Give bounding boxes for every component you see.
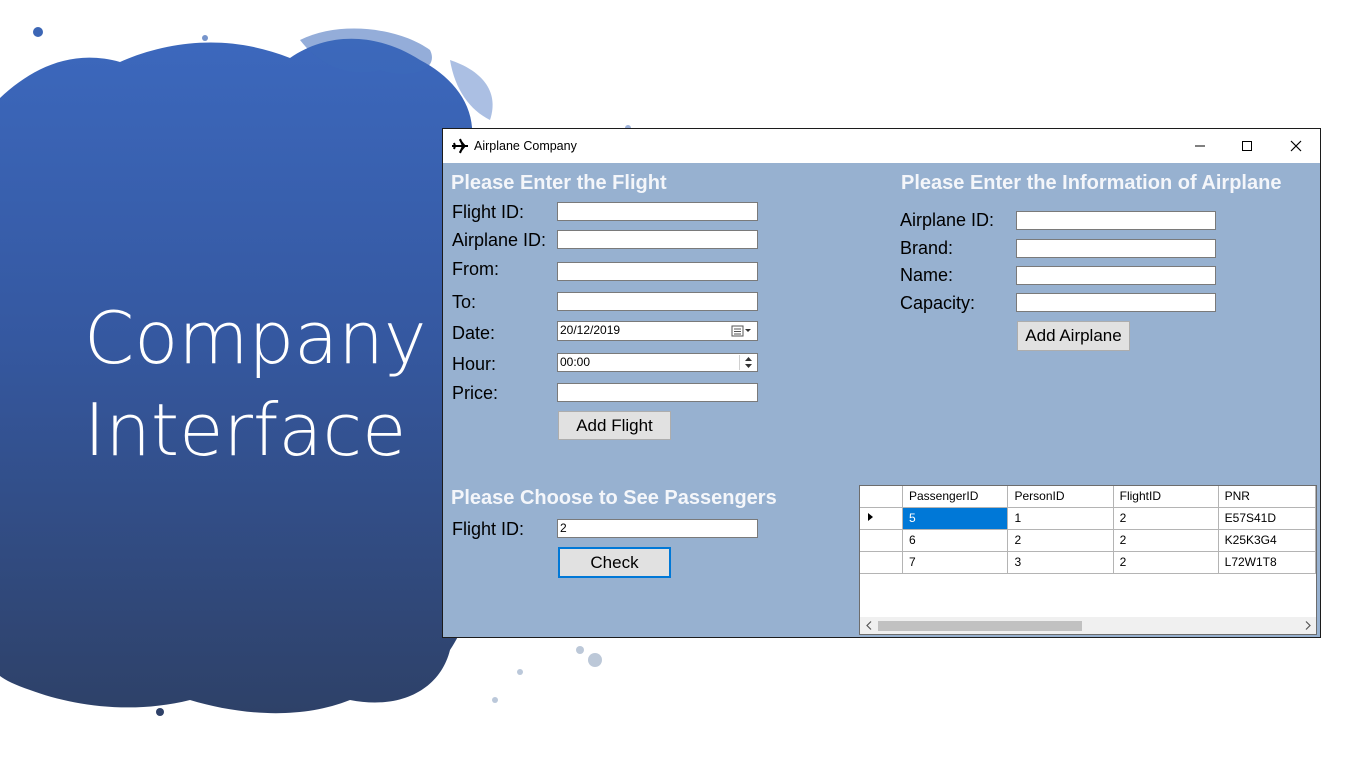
brand-input[interactable] bbox=[1016, 239, 1216, 258]
grid-header-row: PassengerID PersonID FlightID PNR bbox=[860, 486, 1316, 508]
slide-title: Company Interface bbox=[84, 292, 427, 476]
maximize-button[interactable] bbox=[1224, 129, 1270, 163]
from-label: From: bbox=[452, 259, 499, 279]
table-cell[interactable]: 2 bbox=[1113, 529, 1219, 552]
table-cell[interactable]: E57S41D bbox=[1218, 507, 1316, 530]
date-label: Date: bbox=[452, 323, 496, 343]
minimize-button[interactable] bbox=[1177, 129, 1223, 163]
hour-spinner[interactable]: 00:00 bbox=[557, 353, 758, 372]
spin-down-icon[interactable] bbox=[740, 362, 756, 369]
airplane-id-input[interactable] bbox=[1016, 211, 1216, 230]
to-input[interactable] bbox=[557, 292, 758, 311]
table-row[interactable]: 7 3 2 L72W1T8 bbox=[860, 551, 1316, 574]
table-row[interactable]: 5 1 2 E57S41D bbox=[860, 507, 1316, 530]
passengers-table: PassengerID PersonID FlightID PNR 5 1 2 … bbox=[860, 486, 1316, 574]
price-input[interactable] bbox=[557, 383, 758, 402]
row-header[interactable] bbox=[860, 507, 903, 530]
close-button[interactable] bbox=[1273, 129, 1319, 163]
passenger-flight-id-input[interactable]: 2 bbox=[557, 519, 758, 538]
grid-corner-header bbox=[860, 486, 903, 508]
add-flight-button[interactable]: Add Flight bbox=[558, 411, 671, 440]
check-button[interactable]: Check bbox=[558, 547, 671, 578]
flight-form-heading: Please Enter the Flight bbox=[451, 172, 667, 194]
passengers-grid[interactable]: PassengerID PersonID FlightID PNR 5 1 2 … bbox=[859, 485, 1317, 635]
flight-airplane-id-input[interactable] bbox=[557, 230, 758, 249]
table-cell[interactable]: L72W1T8 bbox=[1218, 551, 1316, 574]
table-row[interactable]: 6 2 2 K25K3G4 bbox=[860, 529, 1316, 552]
airplane-icon bbox=[452, 138, 468, 154]
add-airplane-button[interactable]: Add Airplane bbox=[1017, 321, 1130, 351]
table-cell[interactable]: 7 bbox=[902, 551, 1009, 574]
minimize-icon bbox=[1195, 145, 1205, 147]
passengers-heading: Please Choose to See Passengers bbox=[451, 487, 777, 509]
capacity-label: Capacity: bbox=[900, 293, 976, 313]
calendar-dropdown-icon[interactable] bbox=[730, 324, 754, 338]
column-header-personid[interactable]: PersonID bbox=[1007, 486, 1114, 508]
to-label: To: bbox=[452, 292, 477, 312]
table-cell[interactable]: 1 bbox=[1007, 507, 1114, 530]
maximize-icon bbox=[1242, 141, 1252, 151]
window-titlebar[interactable]: Airplane Company bbox=[443, 129, 1320, 163]
hour-label: Hour: bbox=[452, 354, 497, 374]
table-cell[interactable]: 3 bbox=[1007, 551, 1114, 574]
row-header[interactable] bbox=[860, 551, 903, 574]
airplane-form-heading: Please Enter the Information of Airplane bbox=[901, 172, 1282, 194]
scrollbar-thumb[interactable] bbox=[878, 621, 1082, 631]
name-input[interactable] bbox=[1016, 266, 1216, 285]
column-header-flightid[interactable]: FlightID bbox=[1113, 486, 1219, 508]
current-row-arrow-icon bbox=[868, 513, 873, 521]
hour-value: 00:00 bbox=[560, 355, 591, 369]
capacity-input[interactable] bbox=[1016, 293, 1216, 312]
table-cell[interactable]: 2 bbox=[1113, 507, 1219, 530]
table-cell[interactable]: 6 bbox=[902, 529, 1009, 552]
scroll-right-icon[interactable] bbox=[1299, 617, 1316, 634]
date-picker[interactable]: 20/12/2019 bbox=[557, 321, 758, 341]
passenger-flight-id-label: Flight ID: bbox=[452, 519, 525, 539]
slide-title-line1: Company bbox=[84, 296, 427, 380]
airplane-id-label: Airplane ID: bbox=[452, 230, 547, 250]
date-value: 20/12/2019 bbox=[560, 323, 621, 337]
price-label: Price: bbox=[452, 383, 499, 403]
flight-id-label: Flight ID: bbox=[452, 202, 525, 222]
window-title: Airplane Company bbox=[474, 139, 577, 153]
horizontal-scrollbar[interactable] bbox=[860, 617, 1316, 634]
slide-title-line2: Interface bbox=[84, 388, 407, 472]
hour-spin-buttons[interactable] bbox=[739, 355, 756, 370]
table-cell[interactable]: 2 bbox=[1007, 529, 1114, 552]
flight-id-input[interactable] bbox=[557, 202, 758, 221]
table-cell[interactable]: 2 bbox=[1113, 551, 1219, 574]
scroll-left-icon[interactable] bbox=[860, 617, 877, 634]
close-icon bbox=[1290, 140, 1302, 152]
app-window: Airplane Company Please Enter the Flight… bbox=[442, 128, 1321, 638]
table-cell[interactable]: 5 bbox=[902, 507, 1009, 530]
from-input[interactable] bbox=[557, 262, 758, 281]
spin-up-icon[interactable] bbox=[740, 355, 756, 362]
column-header-pnr[interactable]: PNR bbox=[1218, 486, 1316, 508]
brand-label: Brand: bbox=[900, 238, 954, 258]
airplane-form-id-label: Airplane ID: bbox=[900, 210, 995, 230]
column-header-passengerid[interactable]: PassengerID bbox=[902, 486, 1009, 508]
table-cell[interactable]: K25K3G4 bbox=[1218, 529, 1316, 552]
name-label: Name: bbox=[900, 265, 954, 285]
row-header[interactable] bbox=[860, 529, 903, 552]
